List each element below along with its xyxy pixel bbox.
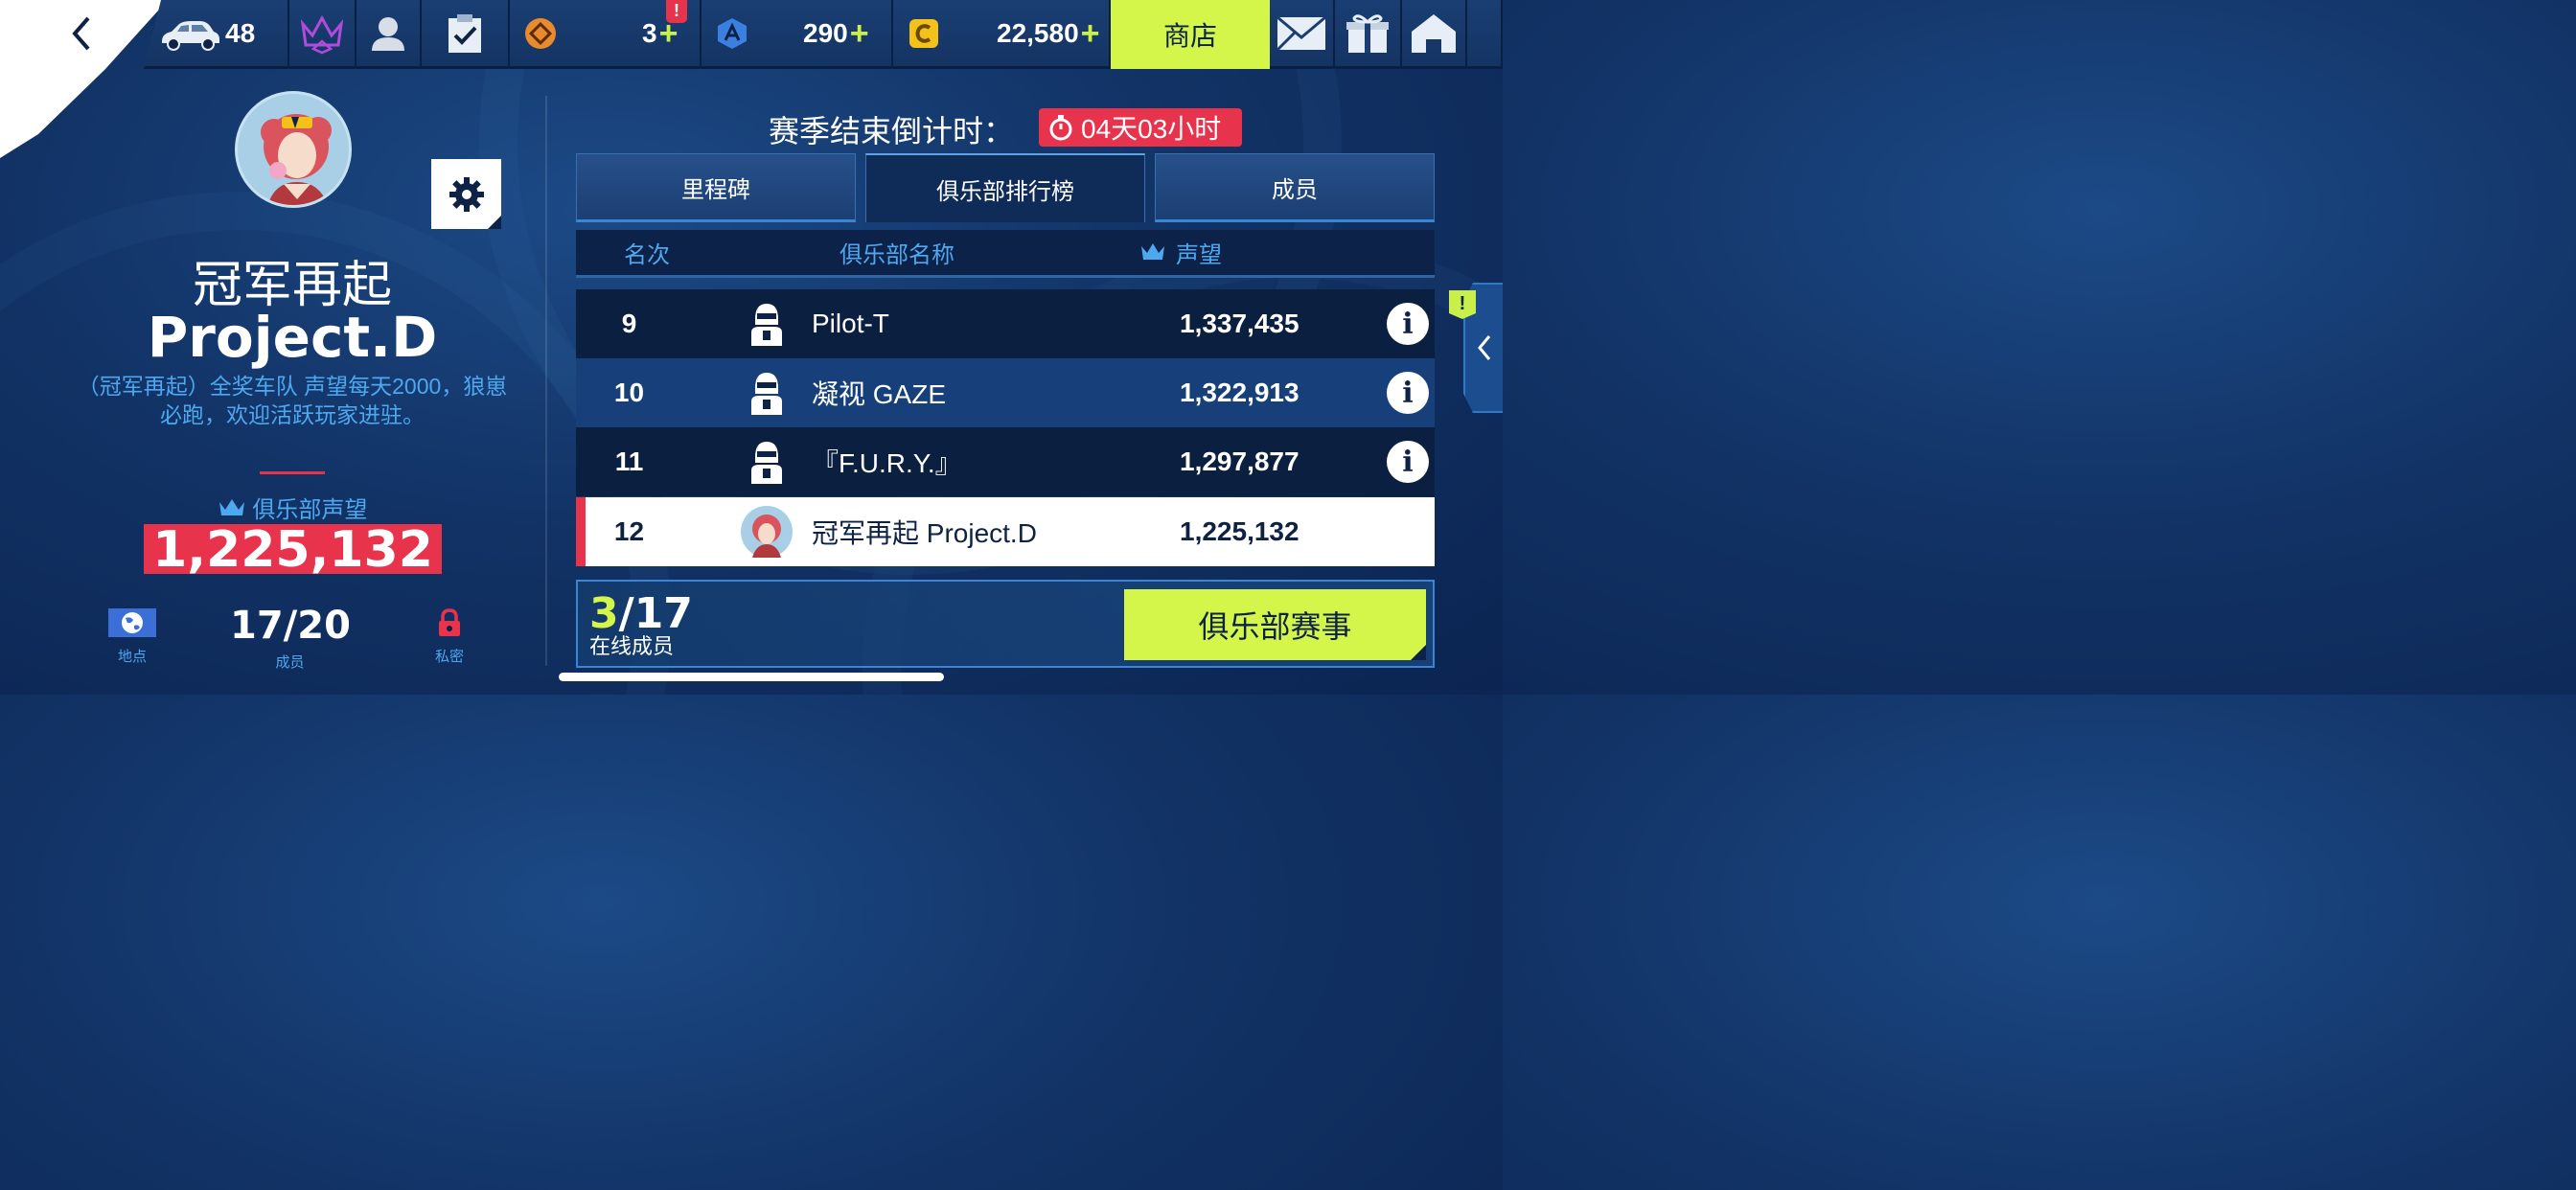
profile-segment[interactable] [356,0,422,69]
lock-icon [439,608,460,636]
row-prestige: 1,297,877 [1180,446,1300,476]
add-blue-currency-button[interactable]: + [850,17,869,50]
profile-icon [372,16,404,51]
members-label: 成员 [275,654,305,671]
row-prestige: 1,337,435 [1180,309,1300,338]
stopwatch-icon [1049,115,1072,141]
row-rank: 10 [613,378,645,407]
row-rank: 11 [614,446,644,476]
gold-currency-segment[interactable]: 22,580 + [893,0,1111,69]
divider [260,471,325,474]
location-stat[interactable]: 地点 [108,608,156,666]
ticket-count: 3 [642,17,657,48]
home-indicator[interactable] [559,673,944,681]
season-countdown-label: 赛季结束倒计时： [769,114,1015,149]
header-prestige: 声望 [1176,242,1222,268]
club-name-english: Project.D [147,305,438,370]
panel-separator [545,96,547,666]
club-events-button[interactable]: 俱乐部赛事 [1124,589,1426,660]
gift-segment[interactable] [1335,0,1402,69]
members-stat: 17/20 成员 [230,604,351,672]
row-club-name: 凝视 GAZE [812,379,947,409]
crown-icon [1141,243,1164,260]
club-avatar-small [741,506,793,558]
avatar-girl-icon [261,114,332,205]
blue-currency-segment[interactable]: 290 + [702,0,893,69]
top-bar: 48 3 + ! 290 + 22,580 + 商店 [0,0,1503,158]
blue-token-icon [718,17,747,49]
club-settings-button[interactable] [431,159,501,229]
privacy-label: 私密 [434,649,464,665]
table-row[interactable]: 9 Pilot-T 1,337,435 i [576,289,1435,358]
privacy-stat[interactable]: 私密 [429,608,470,666]
settings-corner-mark [488,216,501,229]
home-segment[interactable] [1402,0,1467,69]
club-events-label: 俱乐部赛事 [1198,609,1352,644]
info-button[interactable]: i [1387,441,1429,483]
cars-count: 48 [225,17,256,48]
gold-currency-value: 22,580 [997,17,1079,48]
racer-helmet-icon [741,436,793,488]
tasks-segment[interactable] [422,0,510,69]
club-prestige-value: 1,225,132 [144,524,442,576]
chevron-left-icon [72,16,90,51]
row-prestige: 1,322,913 [1180,378,1300,407]
event-corner-mark [1411,645,1426,660]
row-rank: 9 [621,309,637,338]
back-button[interactable] [58,10,105,57]
own-club-highlight-bar [576,497,586,566]
members-value: 17/20 [230,604,351,648]
row-prestige: 1,225,132 [1180,516,1300,546]
leaderboard-header: 名次 俱乐部名称 声望 [576,230,1435,278]
online-members-panel: 3/17 在线成员 俱乐部赛事 [576,580,1435,668]
league-segment[interactable] [289,0,356,69]
season-countdown-badge: 04天03小时 [1039,108,1242,147]
row-club-name: Pilot-T [812,309,889,338]
car-icon [162,20,219,51]
tab-club-leaderboard[interactable]: 俱乐部排行榜 [865,153,1145,222]
mail-segment[interactable] [1270,0,1335,69]
crown-icon [218,499,244,515]
gift-icon [1346,13,1389,53]
shop-button[interactable]: 商店 [1111,0,1270,69]
row-rank: 12 [613,516,645,546]
club-tabs: 里程碑 俱乐部排行榜 成员 [576,153,1435,222]
mail-icon [1276,15,1326,51]
location-label: 地点 [117,649,147,665]
row-club-name: 『F.U.R.Y.』 [812,448,962,478]
add-gold-currency-button[interactable]: + [1081,17,1100,50]
own-club-row[interactable]: 12 冠军再起 Project.D 1,225,132 [576,497,1435,566]
home-icon [1412,13,1456,53]
tickets-alert-badge: ! [666,0,687,23]
topbar-filler [1467,0,1503,69]
garage-segment[interactable]: 48 [144,0,289,69]
row-club-name: 冠军再起 Project.D [812,518,1037,548]
header-rank: 名次 [624,242,670,268]
blue-currency-value: 290 [803,17,848,48]
tab-milestones[interactable]: 里程碑 [576,153,856,222]
club-avatar [235,91,352,208]
clipboard-check-icon [448,13,481,53]
header-club-name: 俱乐部名称 [840,242,954,268]
crown-league-icon [300,14,344,54]
table-row[interactable]: 11 『F.U.R.Y.』 1,297,877 i [576,427,1435,496]
info-button[interactable]: i [1387,303,1429,345]
ticket-icon [525,17,556,49]
tab-members[interactable]: 成员 [1155,153,1435,222]
globe-flag-icon [108,608,156,637]
info-button[interactable]: i [1387,372,1429,414]
online-members-label: 在线成员 [589,634,675,658]
club-prestige-label: 俱乐部声望 [0,491,585,524]
racer-helmet-icon [741,367,793,419]
club-prestige-label-text: 俱乐部声望 [252,497,368,523]
side-alert-badge: ! [1449,290,1476,319]
gear-icon [448,176,484,212]
season-countdown-value: 04天03小时 [1081,114,1222,144]
club-description: （冠军再起）全奖车队 声望每天2000，狼崽必跑，欢迎活跃玩家进驻。 [77,374,508,427]
table-row[interactable]: 10 凝视 GAZE 1,322,913 i [576,358,1435,427]
chevron-left-icon [1477,335,1490,360]
racer-helmet-icon [741,298,793,350]
credits-coin-icon [909,18,938,48]
